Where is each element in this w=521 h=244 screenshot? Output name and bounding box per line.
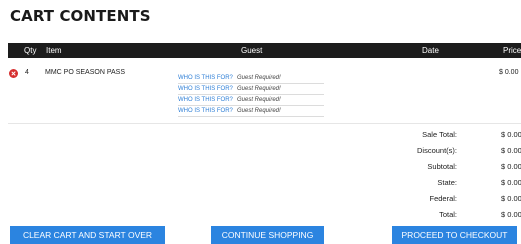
sale-total-label: Sale Total: (422, 130, 457, 139)
total-row-federal: Federal: $ 0.00 (360, 190, 521, 206)
who-is-this-for-link[interactable]: WHO IS THIS FOR? (178, 75, 237, 81)
column-header-item: Item (46, 46, 62, 55)
state-tax-label: State: (437, 178, 457, 187)
guest-required-text: Guest Required! (237, 86, 281, 92)
page-title: CART CONTENTS (10, 7, 151, 25)
proceed-to-checkout-button[interactable]: PROCEED TO CHECKOUT (392, 226, 517, 244)
who-is-this-for-link[interactable]: WHO IS THIS FOR? (178, 108, 237, 114)
subtotal-value: $ 0.00 (501, 162, 521, 171)
column-header-date: Date (422, 46, 439, 55)
discount-value: $ 0.00 (501, 146, 521, 155)
row-qty: 4 (25, 69, 29, 76)
row-item-name: MMC PO SEASON PASS (45, 69, 125, 76)
federal-tax-value: $ 0.00 (501, 194, 521, 203)
remove-circle-icon[interactable] (9, 69, 18, 78)
total-value: $ 0.00 (501, 210, 521, 219)
total-row-subtotal: Subtotal: $ 0.00 (360, 158, 521, 174)
federal-tax-label: Federal: (429, 194, 457, 203)
state-tax-value: $ 0.00 (501, 178, 521, 187)
guest-required-text: Guest Required! (237, 108, 281, 114)
guest-line: WHO IS THIS FOR? Guest Required! (178, 95, 324, 106)
total-row-state: State: $ 0.00 (360, 174, 521, 190)
guest-line: WHO IS THIS FOR? Guest Required! (178, 84, 324, 95)
totals-summary: Sale Total: $ 0.00 Discount(s): $ 0.00 S… (360, 126, 521, 222)
guest-line: WHO IS THIS FOR? Guest Required! (178, 73, 324, 84)
continue-shopping-button[interactable]: CONTINUE SHOPPING (211, 226, 324, 244)
who-is-this-for-link[interactable]: WHO IS THIS FOR? (178, 97, 237, 103)
guest-required-text: Guest Required! (237, 75, 281, 81)
column-header-guest: Guest (241, 46, 263, 55)
subtotal-label: Subtotal: (427, 162, 457, 171)
column-header-price: Price (503, 46, 521, 55)
total-row-sale: Sale Total: $ 0.00 (360, 126, 521, 142)
total-row-total: Total: $ 0.00 (360, 206, 521, 222)
sale-total-value: $ 0.00 (501, 130, 521, 139)
total-label: Total: (439, 210, 457, 219)
guest-required-text: Guest Required! (237, 97, 281, 103)
row-price: $ 0.00 (499, 69, 519, 76)
clear-cart-button[interactable]: CLEAR CART AND START OVER (10, 226, 165, 244)
row-divider (8, 123, 521, 124)
guest-list: WHO IS THIS FOR? Guest Required! WHO IS … (178, 73, 324, 117)
column-header-qty: Qty (24, 46, 37, 55)
discount-label: Discount(s): (416, 146, 457, 155)
who-is-this-for-link[interactable]: WHO IS THIS FOR? (178, 86, 237, 92)
guest-line: WHO IS THIS FOR? Guest Required! (178, 106, 324, 117)
cart-table-header: Qty Item Guest Date Price (8, 43, 521, 58)
total-row-discount: Discount(s): $ 0.00 (360, 142, 521, 158)
